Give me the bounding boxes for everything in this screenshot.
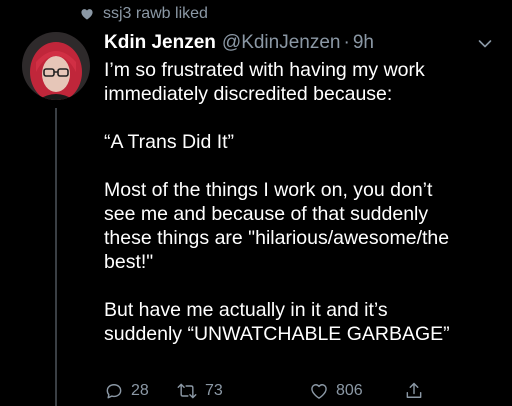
tweet-text: I’m so frustrated with having my work im… (104, 58, 504, 346)
timestamp[interactable]: 9h (353, 32, 374, 54)
reply-count: 28 (131, 382, 149, 399)
tweet-paragraph-3: Most of the things I work on, you don’t … (104, 179, 450, 273)
display-name[interactable]: Kdin Jenzen (104, 32, 216, 54)
reply-icon (106, 384, 122, 399)
social-context: ssj3 rawb liked (80, 3, 208, 25)
heart-icon (80, 7, 94, 21)
retweet-icon (177, 383, 197, 399)
like-icon (311, 384, 327, 399)
share-icon (406, 382, 422, 398)
tweet-paragraph-4: But have me actually in it and it’s sudd… (104, 299, 450, 345)
chevron-down-icon[interactable] (478, 36, 492, 48)
tweet-actions: 28 73 806 (104, 378, 444, 404)
social-context-text[interactable]: ssj3 rawb liked (103, 5, 208, 23)
thread-line (55, 108, 57, 406)
retweet-count: 73 (205, 382, 223, 399)
like-button[interactable]: 806 (309, 378, 363, 404)
tweet-paragraph-1: I’m so frustrated with having my work im… (104, 59, 425, 105)
like-count: 806 (336, 382, 363, 399)
separator-dot: · (343, 32, 350, 53)
avatar[interactable] (22, 32, 90, 100)
share-button[interactable] (404, 378, 431, 404)
reply-button[interactable]: 28 (104, 378, 149, 404)
tweet-header: Kdin Jenzen @KdinJenzen · 9h (104, 31, 374, 55)
retweet-button[interactable]: 73 (176, 378, 223, 404)
handle[interactable]: @KdinJenzen (222, 32, 341, 54)
tweet-paragraph-2: “A Trans Did It” (104, 131, 235, 153)
